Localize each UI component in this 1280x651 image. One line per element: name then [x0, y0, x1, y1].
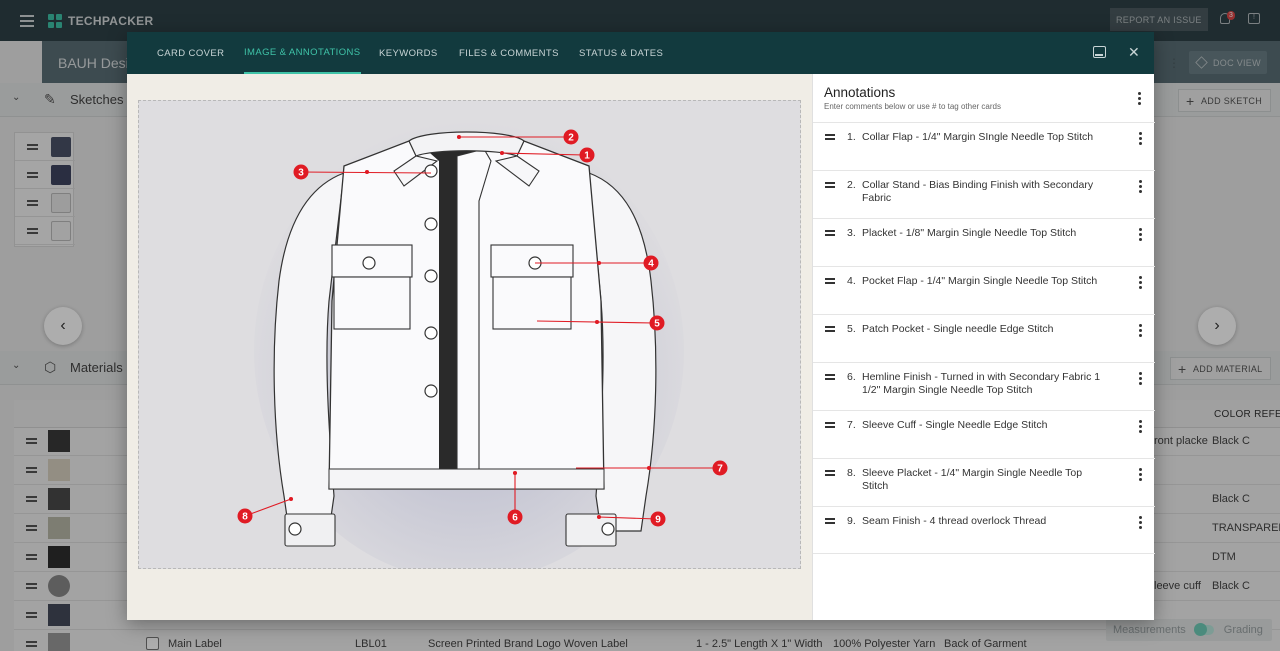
annotation-number: 4.	[847, 275, 856, 287]
drag-handle-icon[interactable]	[825, 230, 835, 238]
close-icon[interactable]: ✕	[1128, 44, 1140, 61]
annotation-marker-label: 1	[584, 151, 590, 162]
annotation-menu-icon[interactable]	[1139, 372, 1142, 385]
annotation-item[interactable]: 7. Sleeve Cuff - Single Needle Edge Stit…	[813, 410, 1155, 458]
drag-handle-icon[interactable]	[825, 326, 835, 334]
annotation-marker-label: 2	[568, 133, 574, 144]
annotation-item[interactable]: 9. Seam Finish - 4 thread overlock Threa…	[813, 506, 1155, 554]
annotation-marker-3[interactable]: 3	[293, 164, 309, 180]
annotation-text: Sleeve Placket - 1/4" Margin Single Need…	[862, 467, 1083, 492]
drag-handle-icon[interactable]	[825, 470, 835, 478]
annotation-item[interactable]: 8. Sleeve Placket - 1/4" Margin Single N…	[813, 458, 1155, 506]
annotation-marker-label: 7	[717, 464, 723, 475]
annotation-text: Sleeve Cuff - Single Needle Edge Stitch	[862, 419, 1048, 431]
drag-handle-icon[interactable]	[825, 278, 835, 286]
annotation-menu-icon[interactable]	[1139, 420, 1142, 433]
tab-files-comments[interactable]: FILES & COMMENTS	[459, 32, 559, 74]
annotation-item[interactable]: 5. Patch Pocket - Single needle Edge Sti…	[813, 314, 1155, 362]
annotation-marker-1[interactable]: 1	[579, 147, 595, 163]
drag-handle-icon[interactable]	[825, 518, 835, 526]
annotation-menu-icon[interactable]	[1139, 180, 1142, 193]
jacket-sketch: 12 3 4 5 6 7 8 9	[237, 121, 728, 568]
annotation-text: Patch Pocket - Single needle Edge Stitch	[862, 323, 1054, 335]
annotation-marker-label: 6	[512, 513, 518, 524]
annotation-text: Placket - 1/8" Margin Single Needle Top …	[862, 227, 1077, 239]
annotation-marker-6[interactable]: 6	[507, 509, 523, 525]
annotation-number: 1.	[847, 131, 856, 143]
tab-card-cover[interactable]: CARD COVER	[157, 32, 224, 74]
annotation-text: Collar Flap - 1/4" Margin SIngle Needle …	[862, 131, 1094, 143]
tab-status-dates[interactable]: STATUS & DATES	[579, 32, 663, 74]
annotation-marker-5[interactable]: 5	[649, 315, 665, 331]
annotation-menu-icon[interactable]	[1139, 516, 1142, 529]
annotation-marker-4[interactable]: 4	[643, 255, 659, 271]
annotation-marker-8[interactable]: 8	[237, 508, 253, 524]
drag-handle-icon[interactable]	[825, 182, 835, 190]
annotation-menu-icon[interactable]	[1139, 468, 1142, 481]
annotation-item[interactable]: 6. Hemline Finish - Turned in with Secon…	[813, 362, 1155, 410]
annotation-text: Hemline Finish - Turned in with Secondar…	[862, 371, 1101, 396]
annotation-number: 8.	[847, 467, 856, 479]
annotation-marker-label: 9	[655, 515, 661, 526]
annotation-menu-icon[interactable]	[1139, 228, 1142, 241]
annotation-marker-label: 4	[648, 259, 654, 270]
annotation-number: 7.	[847, 419, 856, 431]
annotation-menu-icon[interactable]	[1139, 324, 1142, 337]
annotation-marker-label: 3	[298, 168, 304, 179]
annotation-menu-icon[interactable]	[1139, 132, 1142, 145]
annotation-number: 3.	[847, 227, 856, 239]
annotation-marker-label: 8	[242, 512, 248, 523]
drag-handle-icon[interactable]	[825, 374, 835, 382]
tab-image-annotations[interactable]: IMAGE & ANNOTATIONS	[244, 32, 361, 74]
annotations-panel: Annotations Enter comments below or use …	[812, 74, 1155, 620]
panel-layout-icon[interactable]	[1093, 46, 1106, 58]
annotation-text: Pocket Flap - 1/4" Margin Single Needle …	[862, 275, 1098, 287]
annotations-subtitle: Enter comments below or use # to tag oth…	[824, 102, 1001, 111]
drag-handle-icon[interactable]	[825, 134, 835, 142]
annotation-text: Collar Stand - Bias Binding Finish with …	[862, 179, 1094, 204]
annotation-item[interactable]: 2. Collar Stand - Bias Binding Finish wi…	[813, 170, 1155, 218]
annotation-number: 9.	[847, 515, 856, 527]
annotated-sketch-image[interactable]: 12 3 4 5 6 7 8 9	[138, 100, 801, 569]
drag-handle-icon[interactable]	[825, 422, 835, 430]
tab-keywords[interactable]: KEYWORDS	[379, 32, 438, 74]
annotation-text: Seam Finish - 4 thread overlock Thread	[862, 515, 1047, 527]
more-options-icon[interactable]	[1137, 92, 1141, 106]
annotation-number: 2.	[847, 179, 856, 191]
annotations-title: Annotations	[824, 85, 896, 100]
annotation-item[interactable]: 3. Placket - 1/8" Margin Single Needle T…	[813, 218, 1155, 266]
annotation-menu-icon[interactable]	[1139, 276, 1142, 289]
modal-tab-bar: CARD COVER IMAGE & ANNOTATIONS KEYWORDS …	[127, 32, 1154, 74]
annotation-item[interactable]: 4. Pocket Flap - 1/4" Margin Single Need…	[813, 266, 1155, 314]
annotation-marker-7[interactable]: 7	[712, 460, 728, 476]
annotation-item[interactable]: 1. Collar Flap - 1/4" Margin SIngle Need…	[813, 122, 1155, 170]
annotation-number: 5.	[847, 323, 856, 335]
annotation-marker-2[interactable]: 2	[563, 129, 579, 145]
card-modal: CARD COVER IMAGE & ANNOTATIONS KEYWORDS …	[127, 32, 1155, 620]
annotation-marker-9[interactable]: 9	[650, 511, 666, 527]
annotation-marker-label: 5	[654, 319, 660, 330]
annotation-number: 6.	[847, 371, 856, 383]
